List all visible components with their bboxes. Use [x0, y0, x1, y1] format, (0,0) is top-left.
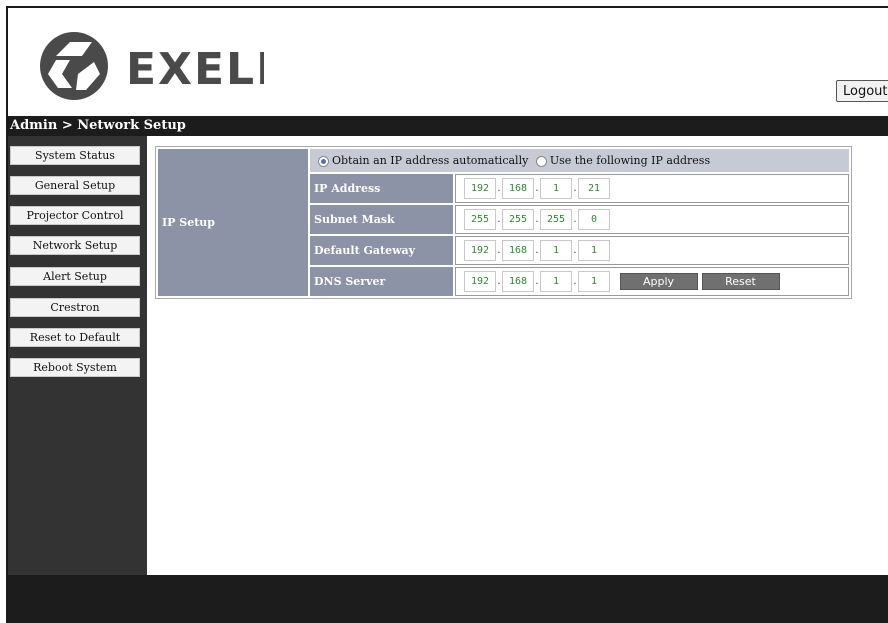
- footer-bar: [8, 575, 888, 623]
- sidebar-item-crestron[interactable]: Crestron: [10, 298, 140, 317]
- subnet-mask-octet-2[interactable]: 255: [502, 209, 534, 230]
- dns-server-field: 192. 168. 1. 1 Apply Reset: [455, 267, 849, 296]
- option-auto-label: Obtain an IP address automatically: [332, 154, 529, 167]
- reset-button[interactable]: Reset: [701, 273, 780, 290]
- ip-address-field: 192. 168. 1. 21: [455, 174, 849, 203]
- svg-text:EXELL: EXELL: [126, 44, 264, 95]
- option-manual-label: Use the following IP address: [549, 154, 711, 167]
- dns-server-octet-3[interactable]: 1: [540, 271, 572, 292]
- ip-mode-auto[interactable]: Obtain an IP address automatically: [318, 154, 532, 167]
- breadcrumb: Admin > Network Setup: [10, 118, 186, 133]
- subnet-mask-field: 255. 255. 255. 0: [455, 205, 849, 234]
- ip-mode-manual[interactable]: Use the following IP address: [535, 154, 711, 167]
- logout-button[interactable]: Logout: [836, 80, 888, 102]
- dns-server-octet-1[interactable]: 192: [464, 271, 496, 292]
- subnet-mask-octet-1[interactable]: 255: [464, 209, 496, 230]
- dns-server-octet-2[interactable]: 168: [502, 271, 534, 292]
- default-gateway-octet-3[interactable]: 1: [540, 240, 572, 261]
- exell-logo: EXELL: [40, 32, 264, 100]
- default-gateway-octet-2[interactable]: 168: [502, 240, 534, 261]
- ip-address-octet-1[interactable]: 192: [464, 178, 496, 199]
- sidebar-item-system-status[interactable]: System Status: [10, 146, 140, 165]
- subnet-mask-label: Subnet Mask: [310, 205, 453, 234]
- radio-auto[interactable]: [318, 155, 329, 167]
- sidebar: System Status General Setup Projector Co…: [8, 136, 147, 575]
- default-gateway-octet-1[interactable]: 192: [464, 240, 496, 261]
- ip-address-label: IP Address: [310, 174, 453, 203]
- default-gateway-octet-4[interactable]: 1: [578, 240, 610, 261]
- ip-setup-label: IP Setup: [158, 149, 308, 296]
- ip-address-octet-2[interactable]: 168: [502, 178, 534, 199]
- ip-address-octet-4[interactable]: 21: [578, 178, 610, 199]
- apply-button[interactable]: Apply: [619, 273, 698, 290]
- ip-address-octet-3[interactable]: 1: [540, 178, 572, 199]
- header: EXELL: [8, 8, 888, 116]
- subnet-mask-octet-3[interactable]: 255: [540, 209, 572, 230]
- sidebar-item-reboot-system[interactable]: Reboot System: [10, 358, 140, 377]
- main-content: IP Setup Obtain an IP address automatica…: [147, 136, 888, 575]
- subnet-mask-octet-4[interactable]: 0: [578, 209, 610, 230]
- breadcrumb-bar: Admin > Network Setup: [8, 116, 888, 136]
- sidebar-item-general-setup[interactable]: General Setup: [10, 176, 140, 195]
- sidebar-item-alert-setup[interactable]: Alert Setup: [10, 267, 140, 286]
- default-gateway-label: Default Gateway: [310, 236, 453, 265]
- sidebar-item-projector-control[interactable]: Projector Control: [10, 206, 140, 225]
- dns-server-label: DNS Server: [310, 267, 453, 296]
- sidebar-item-network-setup[interactable]: Network Setup: [10, 236, 140, 255]
- radio-manual[interactable]: [535, 155, 547, 167]
- ip-setup-table: IP Setup Obtain an IP address automatica…: [155, 146, 852, 299]
- sidebar-item-reset-to-default[interactable]: Reset to Default: [10, 328, 140, 347]
- dns-server-octet-4[interactable]: 1: [578, 271, 610, 292]
- ip-mode-row: Obtain an IP address automatically Use t…: [310, 149, 849, 172]
- default-gateway-field: 192. 168. 1. 1: [455, 236, 849, 265]
